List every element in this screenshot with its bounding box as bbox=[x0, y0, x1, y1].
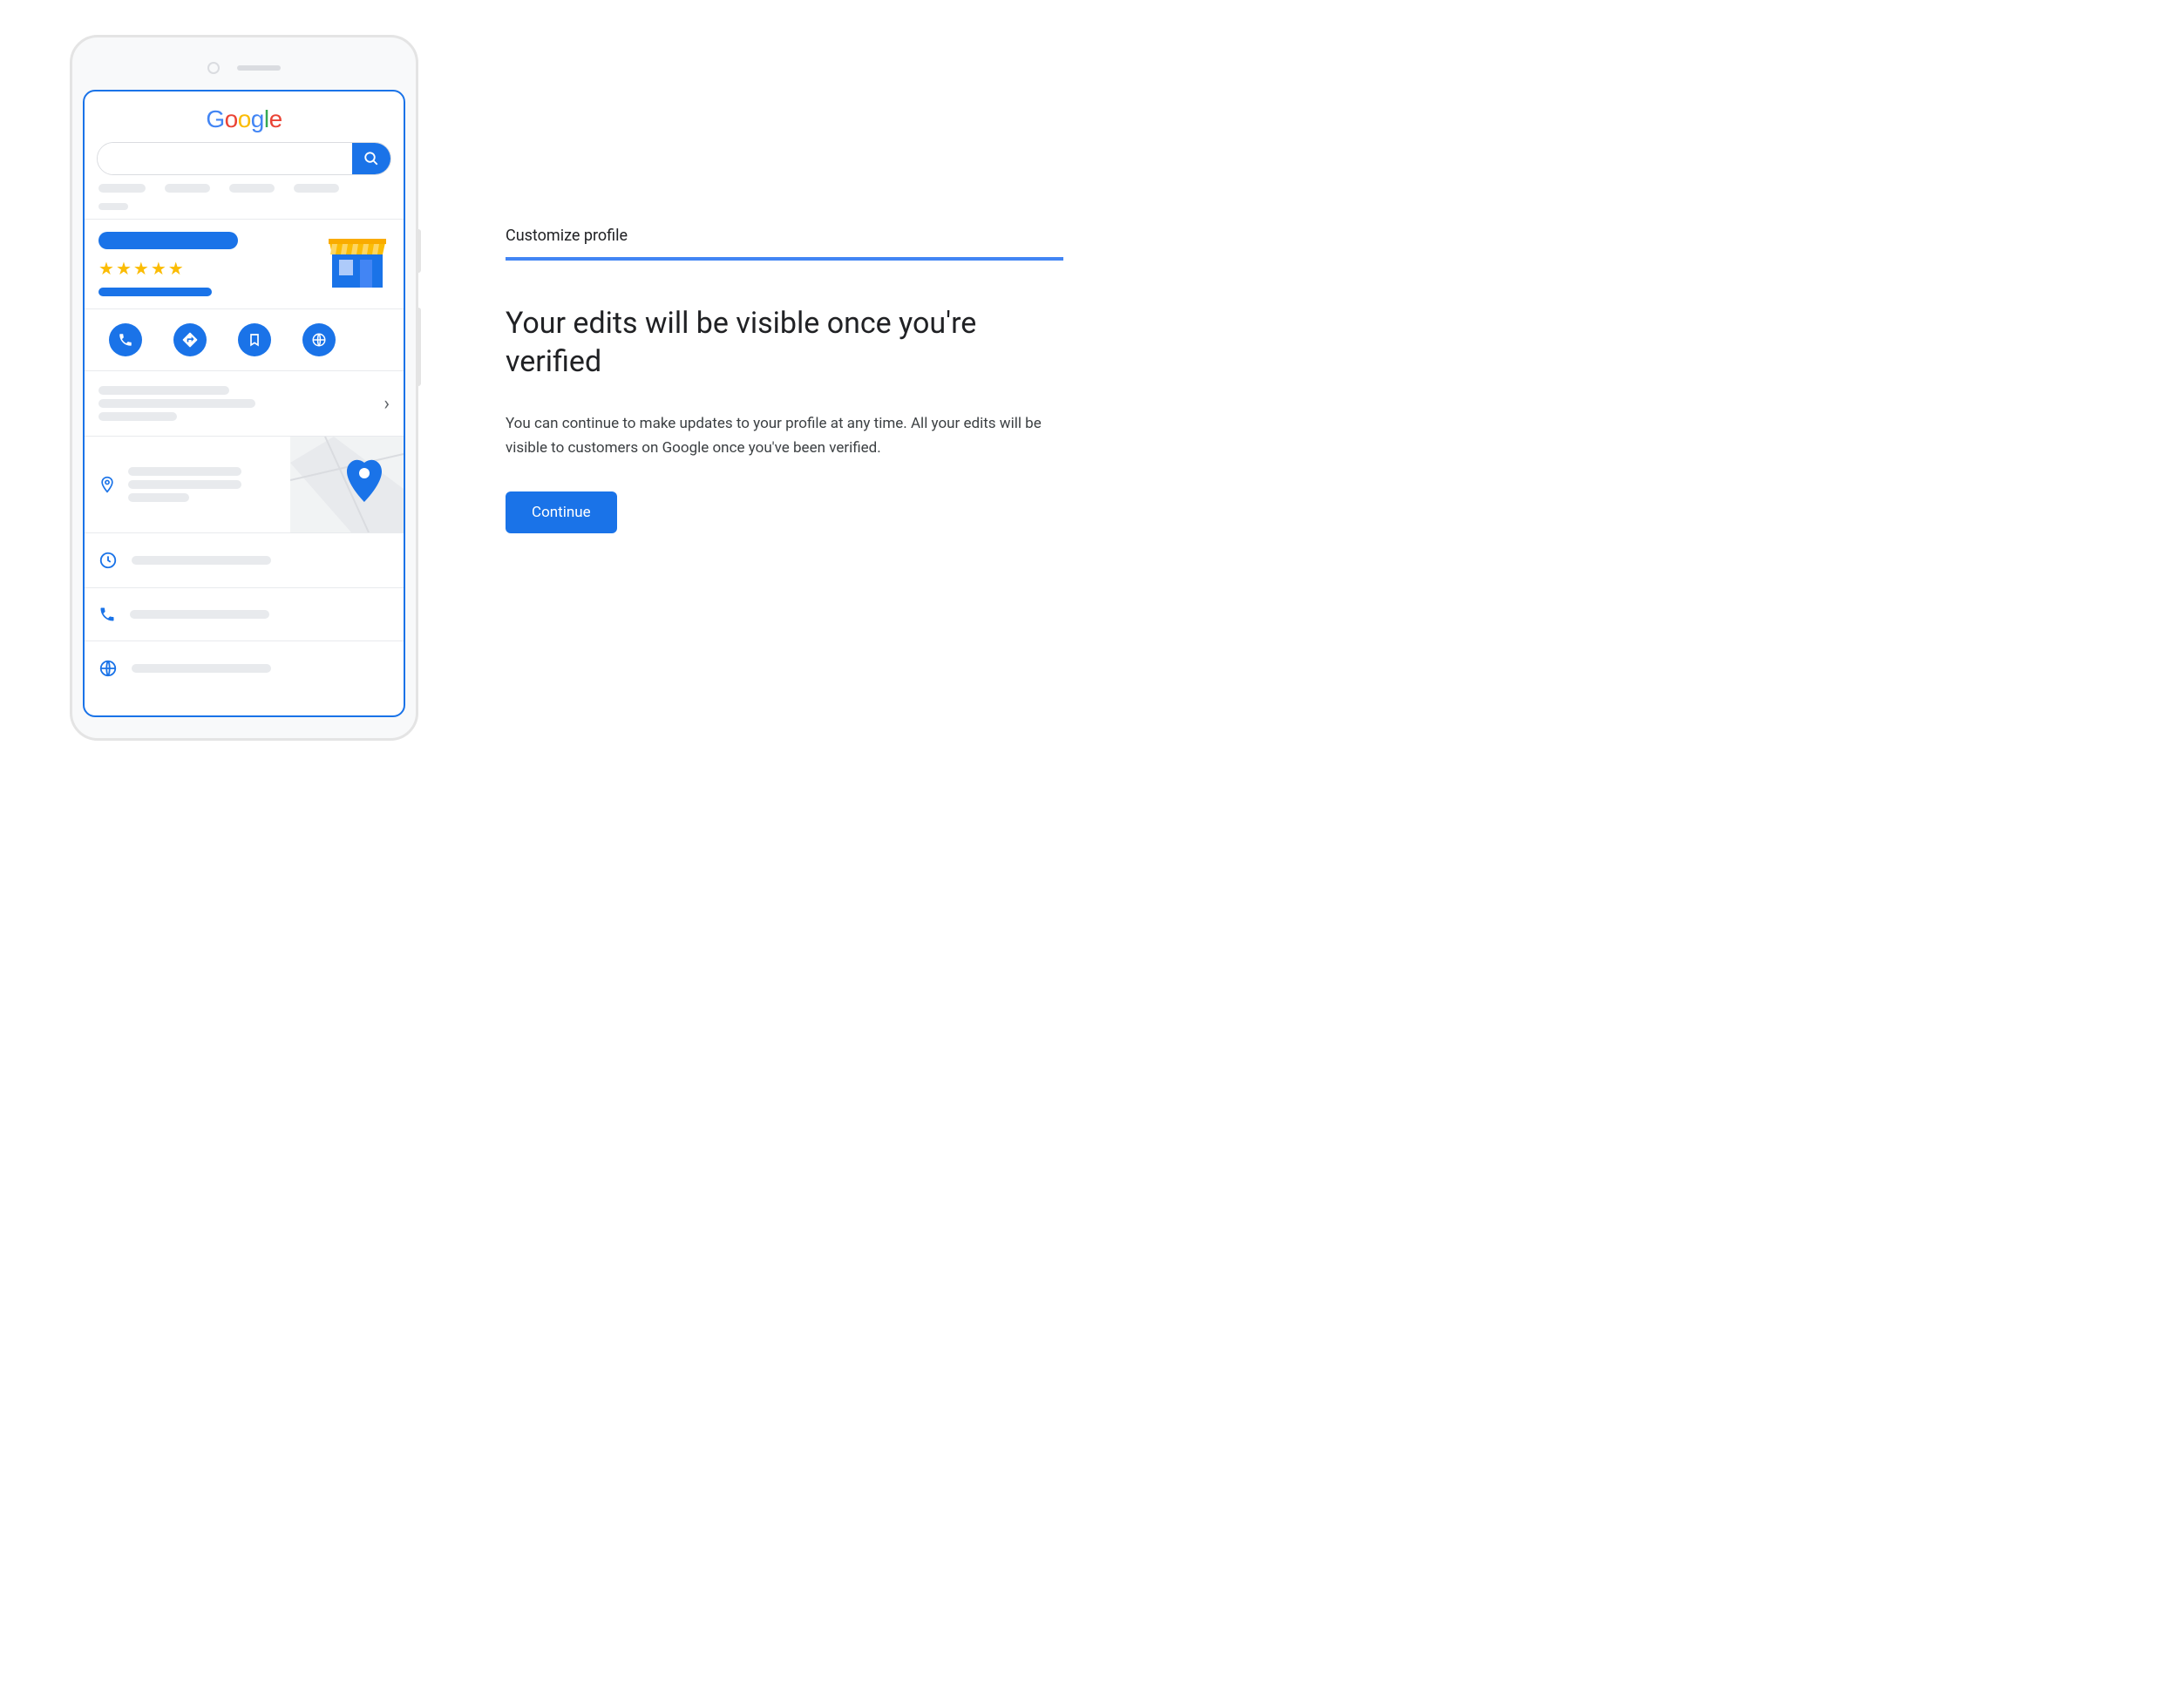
globe-icon bbox=[98, 659, 118, 678]
business-subtitle-placeholder bbox=[98, 288, 212, 296]
phone-outline-icon bbox=[98, 606, 116, 623]
location-row bbox=[85, 437, 404, 532]
phone-row bbox=[85, 588, 404, 640]
business-title-placeholder bbox=[98, 232, 238, 249]
star-icon: ★ bbox=[151, 258, 166, 279]
page-headline: Your edits will be visible once you're v… bbox=[506, 304, 1063, 381]
phone-mockup: Google ★ ★ ★ ★ bbox=[70, 35, 418, 741]
directions-icon bbox=[181, 331, 199, 349]
website-icon bbox=[311, 332, 327, 348]
continue-button[interactable]: Continue bbox=[506, 491, 617, 533]
phone-icon bbox=[118, 332, 133, 348]
section-label: Customize profile bbox=[506, 227, 1063, 261]
star-icon: ★ bbox=[133, 258, 149, 279]
star-icon: ★ bbox=[98, 258, 114, 279]
business-header: ★ ★ ★ ★ ★ bbox=[85, 220, 404, 308]
description-row: › bbox=[85, 371, 404, 436]
star-rating: ★ ★ ★ ★ ★ bbox=[98, 258, 313, 279]
star-icon: ★ bbox=[168, 258, 184, 279]
search-icon bbox=[363, 151, 379, 166]
save-action bbox=[238, 323, 271, 356]
content-panel: Customize profile Your edits will be vis… bbox=[506, 35, 1063, 533]
page-description: You can continue to make updates to your… bbox=[506, 412, 1063, 459]
website-action bbox=[302, 323, 336, 356]
bookmark-icon bbox=[248, 333, 261, 347]
website-row bbox=[85, 641, 404, 695]
storefront-icon bbox=[325, 232, 390, 289]
chevron-right-icon: › bbox=[384, 393, 390, 415]
clock-icon bbox=[98, 551, 118, 570]
search-button bbox=[352, 143, 390, 174]
phone-speaker-slot bbox=[237, 65, 281, 71]
filter-chips bbox=[85, 184, 404, 203]
phone-screen: Google ★ ★ ★ ★ bbox=[83, 90, 405, 717]
search-input bbox=[98, 143, 352, 174]
action-buttons bbox=[85, 309, 404, 370]
star-icon: ★ bbox=[116, 258, 132, 279]
phone-camera-dot bbox=[207, 62, 220, 74]
hours-row bbox=[85, 533, 404, 587]
call-action bbox=[109, 323, 142, 356]
directions-action bbox=[173, 323, 207, 356]
google-logo: Google bbox=[85, 92, 404, 142]
map-thumbnail bbox=[290, 437, 404, 532]
search-bar bbox=[97, 142, 391, 175]
location-pin-icon bbox=[98, 474, 116, 495]
